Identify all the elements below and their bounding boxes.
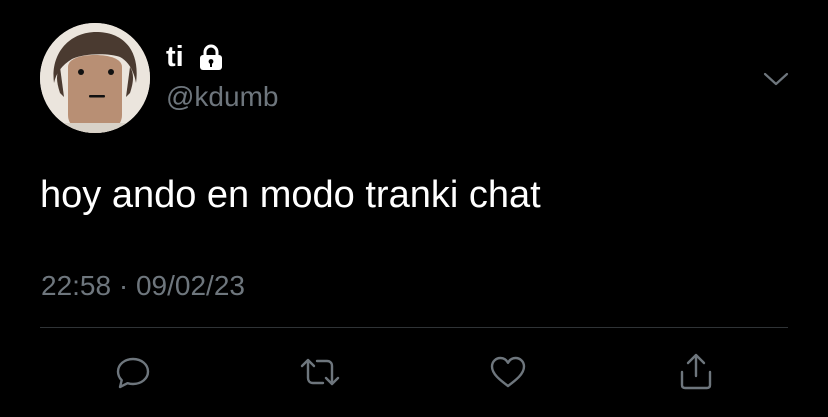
divider [40,327,788,328]
tweet-date[interactable]: 09/02/23 [136,270,245,301]
tweet-meta: 22:58 · 09/02/23 [41,269,245,303]
tweet-card: ti @kdumb hoy ando en modo tranki chat 2… [0,0,828,417]
chevron-down-icon[interactable] [760,63,792,95]
share-button[interactable] [668,346,724,402]
author-name-row: ti [166,40,226,74]
like-icon [488,352,528,397]
retweet-button[interactable] [292,346,348,402]
action-bar [0,346,828,402]
lock-icon [196,42,226,72]
retweet-icon [298,352,342,397]
author-handle[interactable]: @kdumb [166,80,278,114]
author-display-name[interactable]: ti [166,40,184,74]
avatar[interactable] [40,23,150,133]
tweet-text: hoy ando en modo tranki chat [40,174,541,216]
share-icon [676,352,716,397]
reply-button[interactable] [105,346,161,402]
avatar-image [40,23,150,133]
tweet-time[interactable]: 22:58 [41,270,111,301]
reply-icon [113,352,153,397]
like-button[interactable] [480,346,536,402]
meta-separator: · [118,270,129,301]
